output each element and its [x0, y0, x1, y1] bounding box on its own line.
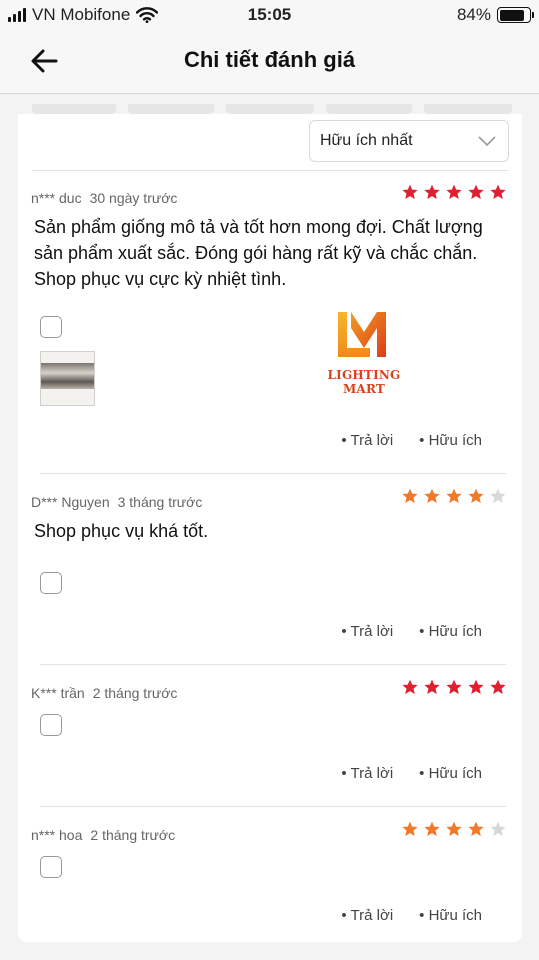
review-text: Sản phẩm giống mô tả và tốt hơn mong đợi… — [34, 217, 483, 289]
filter-tab[interactable] — [32, 104, 116, 114]
star-empty-icon — [490, 821, 506, 836]
star-filled-icon — [446, 679, 462, 694]
review-photo — [41, 363, 94, 389]
helpful-button[interactable]: Hữu ích — [419, 765, 482, 782]
star-filled-icon — [402, 679, 418, 694]
filter-tab[interactable] — [326, 104, 412, 114]
divider — [40, 806, 506, 807]
star-filled-icon — [424, 488, 440, 503]
star-filled-icon — [446, 184, 462, 199]
star-filled-icon — [468, 184, 484, 199]
review-meta: n*** duc 30 ngày trước — [31, 190, 177, 206]
star-filled-icon — [468, 679, 484, 694]
battery-percent: 84% — [456, 5, 491, 24]
star-filled-icon — [424, 679, 440, 694]
filter-tab[interactable] — [226, 104, 314, 114]
select-checkbox[interactable] — [40, 572, 62, 594]
divider — [40, 473, 506, 474]
review-meta: D*** Nguyen 3 tháng trước — [31, 494, 202, 510]
star-rating — [402, 488, 506, 504]
star-filled-icon — [468, 488, 484, 503]
review-actions: Trả lời Hữu ích — [341, 765, 482, 782]
review-time: 2 tháng trước — [92, 685, 178, 701]
review-actions: Trả lời Hữu ích — [341, 623, 482, 640]
filter-tab[interactable] — [424, 104, 512, 114]
star-empty-icon — [490, 488, 506, 503]
review-photo-thumbnail[interactable] — [40, 351, 95, 406]
select-checkbox[interactable] — [40, 316, 62, 338]
battery-fill — [499, 9, 524, 21]
review-actions: Trả lời Hữu ích — [341, 907, 482, 924]
filter-tab[interactable] — [128, 104, 214, 114]
review-time: 3 tháng trước — [117, 494, 203, 510]
star-filled-icon — [402, 821, 418, 836]
reply-button[interactable]: Trả lời — [341, 432, 394, 449]
star-filled-icon — [490, 184, 506, 199]
reviewer-name: D*** Nguyen — [31, 494, 110, 510]
star-filled-icon — [446, 488, 462, 503]
star-filled-icon — [468, 821, 484, 836]
review-meta: K*** trần 2 tháng trước — [31, 685, 177, 701]
star-rating — [402, 184, 506, 200]
battery-icon — [497, 7, 534, 23]
star-filled-icon — [446, 821, 462, 836]
reviews-card: Hữu ích nhất n*** duc 30 ngày trước Sản p… — [18, 114, 522, 942]
star-rating — [402, 679, 506, 695]
reply-button[interactable]: Trả lời — [341, 907, 394, 924]
review-text: Shop phục vụ khá tốt. — [34, 521, 209, 541]
star-rating — [402, 821, 506, 837]
nav-bar: Chi tiết đánh giá — [0, 30, 539, 94]
reply-button[interactable]: Trả lời — [341, 623, 394, 640]
reply-button[interactable]: Trả lời — [341, 765, 394, 782]
divider — [32, 170, 508, 171]
review-meta: n*** hoa 2 tháng trước — [31, 827, 175, 843]
reviewer-name: n*** hoa — [31, 827, 83, 843]
lighting-mart-logo: LIGHTING MART — [314, 310, 414, 396]
helpful-button[interactable]: Hữu ích — [419, 432, 482, 449]
select-checkbox[interactable] — [40, 856, 62, 878]
star-filled-icon — [424, 184, 440, 199]
chevron-down-icon — [478, 136, 496, 147]
status-right: 84% — [456, 5, 534, 25]
review-time: 30 ngày trước — [89, 190, 178, 206]
reviewer-name: K*** trần — [31, 685, 85, 701]
star-filled-icon — [402, 488, 418, 503]
review-actions: Trả lời Hữu ích — [341, 432, 482, 449]
review-time: 2 tháng trước — [90, 827, 176, 843]
helpful-button[interactable]: Hữu ích — [419, 907, 482, 924]
status-bar: VN Mobifone 15:05 84% — [0, 0, 539, 30]
helpful-button[interactable]: Hữu ích — [419, 623, 482, 640]
select-checkbox[interactable] — [40, 714, 62, 736]
page-title: Chi tiết đánh giá — [183, 47, 356, 72]
logo-mark — [338, 312, 386, 357]
sort-dropdown[interactable]: Hữu ích nhất — [309, 120, 509, 162]
sort-selected-label: Hữu ích nhất — [320, 132, 413, 149]
star-filled-icon — [490, 679, 506, 694]
logo-text: LIGHTING MART — [327, 368, 401, 396]
star-filled-icon — [424, 821, 440, 836]
star-filled-icon — [402, 184, 418, 199]
divider — [40, 664, 506, 665]
reviewer-name: n*** duc — [31, 190, 82, 206]
